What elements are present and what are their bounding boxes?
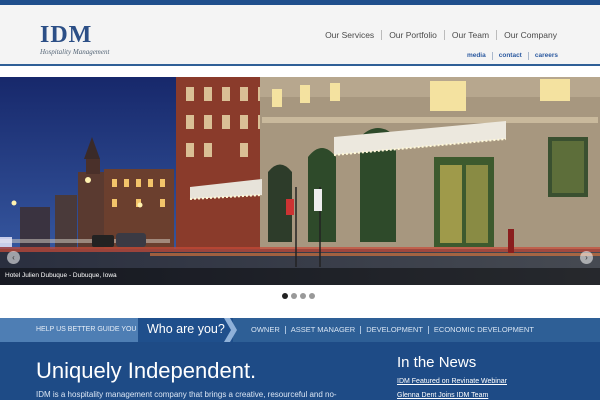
audience-development-link[interactable]: DEVELOPMENT — [360, 326, 428, 334]
news-item-link[interactable]: Glenna Dent Joins IDM Team — [397, 392, 488, 399]
audience-asset-manager-link[interactable]: ASSET MANAGER — [284, 326, 360, 334]
audience-guide-bar: HELP US BETTER GUIDE YOU Who are you? OW… — [0, 318, 600, 342]
main-nav: Our Services Our Portfolio Our Team Our … — [318, 30, 564, 40]
tagline-heading: Uniquely Independent. — [36, 358, 257, 383]
slide-dot-1[interactable] — [282, 293, 288, 299]
slide-next-button[interactable]: › — [580, 251, 593, 264]
nav-contact[interactable]: contact — [491, 52, 528, 60]
guide-question: Who are you? — [147, 322, 225, 336]
news-heading: In the News — [397, 354, 477, 371]
nav-our-services[interactable]: Our Services — [318, 30, 381, 40]
guide-question-panel: Who are you? — [138, 318, 233, 342]
audience-links: OWNER ASSET MANAGER DEVELOPMENT ECONOMIC… — [246, 326, 539, 334]
utility-nav: media contact careers — [461, 52, 564, 60]
slide-caption-bar: Hotel Julien Dubuque - Dubuque, Iowa — [0, 268, 600, 285]
news-item-link[interactable]: IDM Featured on Revinate Webinar — [397, 378, 507, 385]
slide-dot-3[interactable] — [300, 293, 306, 299]
slide-pager — [282, 293, 318, 299]
chevron-right-icon — [224, 318, 237, 342]
intro-text: IDM is a hospitality management company … — [36, 390, 337, 399]
logo-mark: IDM — [40, 22, 93, 48]
logo[interactable]: IDM Hospitality Management — [40, 23, 109, 56]
slide-dot-2[interactable] — [291, 293, 297, 299]
audience-owner-link[interactable]: OWNER — [246, 326, 285, 334]
audience-economic-development-link[interactable]: ECONOMIC DEVELOPMENT — [427, 326, 539, 334]
nav-our-team[interactable]: Our Team — [443, 30, 496, 40]
slide-dot-4[interactable] — [309, 293, 315, 299]
hero-image — [0, 77, 600, 285]
nav-our-portfolio[interactable]: Our Portfolio — [381, 30, 444, 40]
guide-prompt-panel: HELP US BETTER GUIDE YOU — [0, 318, 138, 342]
site-header: IDM Hospitality Management Our Services … — [0, 5, 600, 66]
content-section: Uniquely Independent. IDM is a hospitali… — [0, 342, 600, 400]
nav-our-company[interactable]: Our Company — [496, 30, 564, 40]
nav-careers[interactable]: careers — [527, 52, 564, 60]
slide-prev-button[interactable]: ‹ — [7, 251, 20, 264]
nav-media[interactable]: media — [461, 52, 492, 60]
logo-subtitle: Hospitality Management — [40, 48, 110, 56]
hero-slideshow: ‹ › — [0, 77, 600, 285]
guide-prompt: HELP US BETTER GUIDE YOU — [36, 326, 137, 333]
slide-caption: Hotel Julien Dubuque - Dubuque, Iowa — [5, 272, 117, 279]
